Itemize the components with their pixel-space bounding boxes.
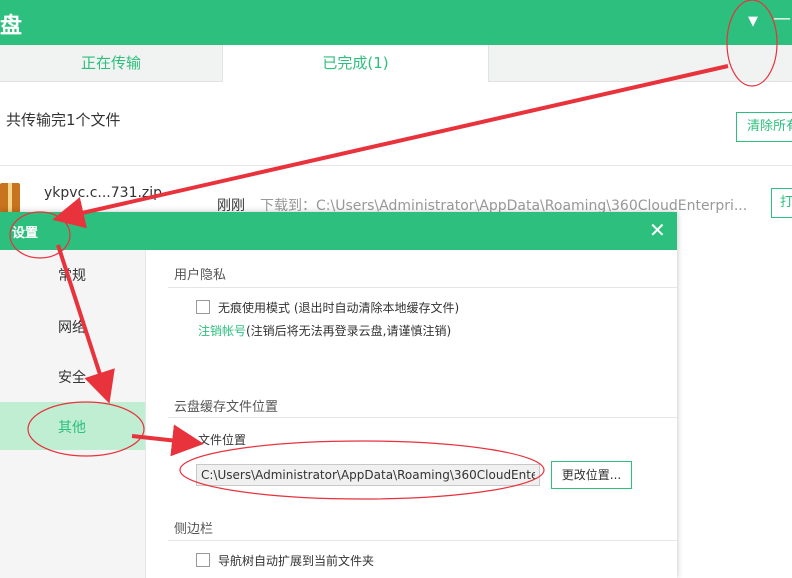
incognito-checkbox[interactable] bbox=[196, 300, 210, 314]
menu-dropdown-icon[interactable]: ▼ bbox=[748, 14, 758, 29]
nav-other[interactable]: 其他 bbox=[0, 402, 145, 450]
nav-network[interactable]: 网络 bbox=[0, 302, 145, 350]
settings-dialog: 设置 ✕ 常规 网络 安全 其他 用户隐私 无痕使用模式 (退出时自动清除本地缓… bbox=[0, 212, 677, 578]
settings-sidebar: 常规 网络 安全 其他 bbox=[0, 250, 146, 578]
tab-transferring[interactable]: 正在传输 bbox=[0, 45, 222, 81]
tab-completed[interactable]: 已完成(1) bbox=[222, 45, 489, 82]
zip-file-icon bbox=[0, 183, 20, 213]
app-title: 盘 bbox=[0, 14, 23, 39]
incognito-label: 无痕使用模式 (退出时自动清除本地缓存文件) bbox=[218, 301, 460, 315]
change-location-button[interactable]: 更改位置... bbox=[551, 461, 632, 489]
minimize-icon[interactable]: — bbox=[773, 8, 791, 29]
expand-tree-checkbox[interactable] bbox=[196, 553, 210, 567]
settings-content: 用户隐私 无痕使用模式 (退出时自动清除本地缓存文件) 注销帐号 (注销后将无法… bbox=[146, 250, 677, 578]
dialog-header: 设置 ✕ bbox=[0, 212, 677, 250]
section-divider bbox=[168, 417, 677, 418]
cancel-account-note: (注销后将无法再登录云盘,请谨慎注销) bbox=[246, 324, 452, 338]
section-divider bbox=[168, 540, 677, 541]
nav-label: 安全 bbox=[58, 370, 86, 386]
nav-security[interactable]: 安全 bbox=[0, 352, 145, 400]
nav-general[interactable]: 常规 bbox=[0, 250, 145, 298]
transfer-summary: 共传输完1个文件 bbox=[6, 111, 121, 129]
nav-label: 网络 bbox=[58, 320, 86, 336]
nav-label: 其他 bbox=[58, 420, 86, 436]
cancel-account-link[interactable]: 注销帐号 bbox=[198, 322, 246, 339]
cache-path-label: 文件位置 bbox=[198, 433, 247, 447]
divider bbox=[0, 165, 792, 166]
section-title-sidebar: 侧边栏 bbox=[174, 522, 214, 537]
cache-path-input[interactable] bbox=[196, 464, 540, 486]
clear-all-button[interactable]: 清除所有 bbox=[736, 112, 792, 142]
section-title-cache: 云盘缓存文件位置 bbox=[174, 400, 279, 415]
nav-label: 常规 bbox=[58, 268, 86, 284]
title-bar: 盘 ▼ — bbox=[0, 0, 792, 45]
close-icon[interactable]: ✕ bbox=[649, 218, 666, 242]
section-divider bbox=[168, 287, 677, 288]
open-button[interactable]: 打 bbox=[771, 188, 792, 218]
expand-tree-label: 导航树自动扩展到当前文件夹 bbox=[218, 554, 375, 568]
section-title-privacy: 用户隐私 bbox=[174, 268, 227, 283]
transfer-tabs: 正在传输 已完成(1) bbox=[0, 45, 792, 82]
dialog-title: 设置 bbox=[12, 226, 39, 241]
file-name[interactable]: ykpvc.c...731.zip bbox=[44, 185, 162, 201]
